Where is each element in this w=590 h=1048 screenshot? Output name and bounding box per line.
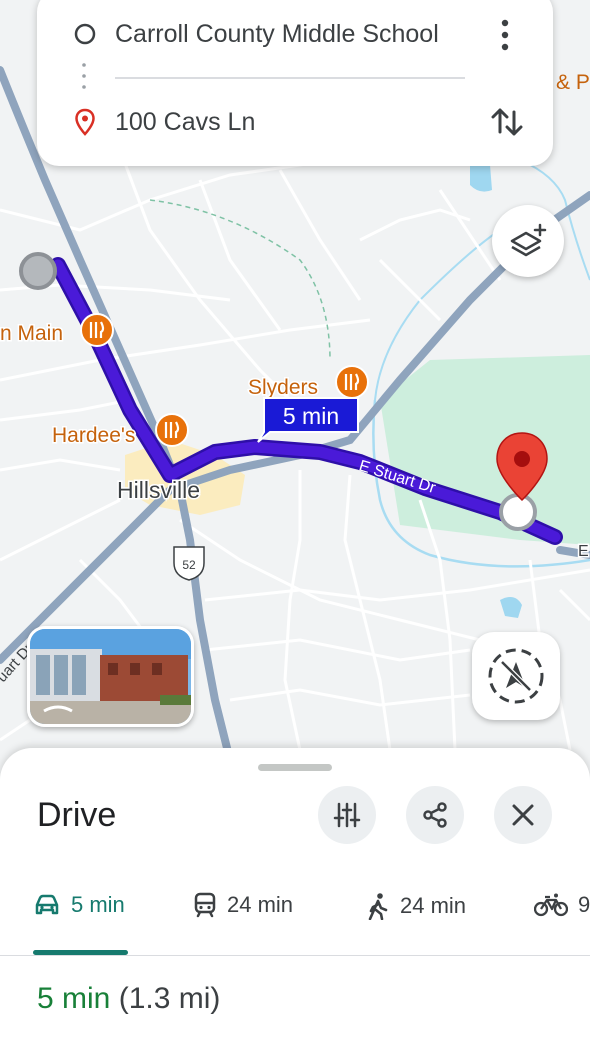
more-options-icon[interactable]: [493, 18, 517, 52]
route-shield-icon: 52: [173, 546, 205, 581]
destination-text: 100 Cavs Ln: [115, 107, 256, 136]
park-area: [380, 355, 590, 545]
layers-button[interactable]: [492, 205, 564, 277]
street-label-edge: E: [578, 543, 589, 560]
recenter-button[interactable]: [472, 632, 560, 720]
tab-transit-label: 24 min: [227, 892, 294, 917]
origin-circle-icon: [67, 23, 103, 45]
tune-icon: [333, 802, 361, 828]
directions-sheet: Drive 5 min 24 min 24 min 9 5 min (1.3 m…: [0, 748, 590, 1048]
sheet-title: Drive: [37, 796, 117, 834]
drag-handle[interactable]: [258, 764, 332, 771]
share-button[interactable]: [406, 786, 464, 844]
tab-walk[interactable]: 24 min: [366, 892, 466, 920]
navigation-off-icon: [488, 648, 544, 704]
summary-distance: (1.3 mi): [118, 982, 221, 1015]
field-divider: [115, 77, 465, 79]
destination-marker: [499, 493, 537, 531]
bike-icon: [534, 893, 568, 917]
poi-label-hardees: Hardee's: [52, 424, 135, 447]
poi-label-main: n Main: [0, 322, 63, 345]
origin-marker: [19, 252, 57, 290]
origin-field[interactable]: Carroll County Middle School: [37, 10, 553, 58]
car-icon: [33, 893, 61, 917]
sheet-divider: [0, 955, 590, 956]
restaurant-icon: [80, 313, 114, 347]
travel-mode-tabs: 5 min 24 min 24 min 9: [0, 878, 590, 954]
poi-label-edge: & P: [556, 71, 590, 94]
origin-text: Carroll County Middle School: [115, 19, 439, 48]
town-label: Hillsville: [117, 477, 200, 503]
destination-field[interactable]: 100 Cavs Ln: [37, 98, 553, 146]
tab-drive[interactable]: 5 min: [33, 892, 125, 918]
close-button[interactable]: [494, 786, 552, 844]
route-time-label: 5 min: [283, 403, 339, 429]
summary-duration: 5 min: [37, 982, 111, 1015]
tab-walk-label: 24 min: [400, 893, 467, 918]
close-icon: [512, 804, 534, 826]
transit-icon: [193, 892, 217, 918]
tab-transit[interactable]: 24 min: [193, 892, 293, 918]
location-pin-icon: [67, 108, 103, 136]
restaurant-icon: [335, 365, 369, 399]
route-options-button[interactable]: [318, 786, 376, 844]
route-summary: 5 min (1.3 mi): [37, 982, 220, 1016]
directions-card: Carroll County Middle School 100 Cavs Ln: [37, 0, 553, 166]
poi-label-slyders: Slyders: [248, 376, 318, 399]
walk-icon: [366, 892, 390, 920]
svg-text:52: 52: [182, 558, 196, 572]
route-dots-icon: [82, 63, 86, 89]
swap-icon[interactable]: [487, 102, 527, 142]
street-view-thumbnail[interactable]: [27, 626, 194, 727]
tab-bike[interactable]: 9: [534, 892, 590, 918]
share-icon: [423, 802, 447, 828]
layers-icon: [510, 223, 547, 257]
restaurant-icon: [155, 413, 189, 447]
tab-drive-label: 5 min: [71, 892, 125, 917]
tab-bike-label: 9: [578, 892, 590, 917]
